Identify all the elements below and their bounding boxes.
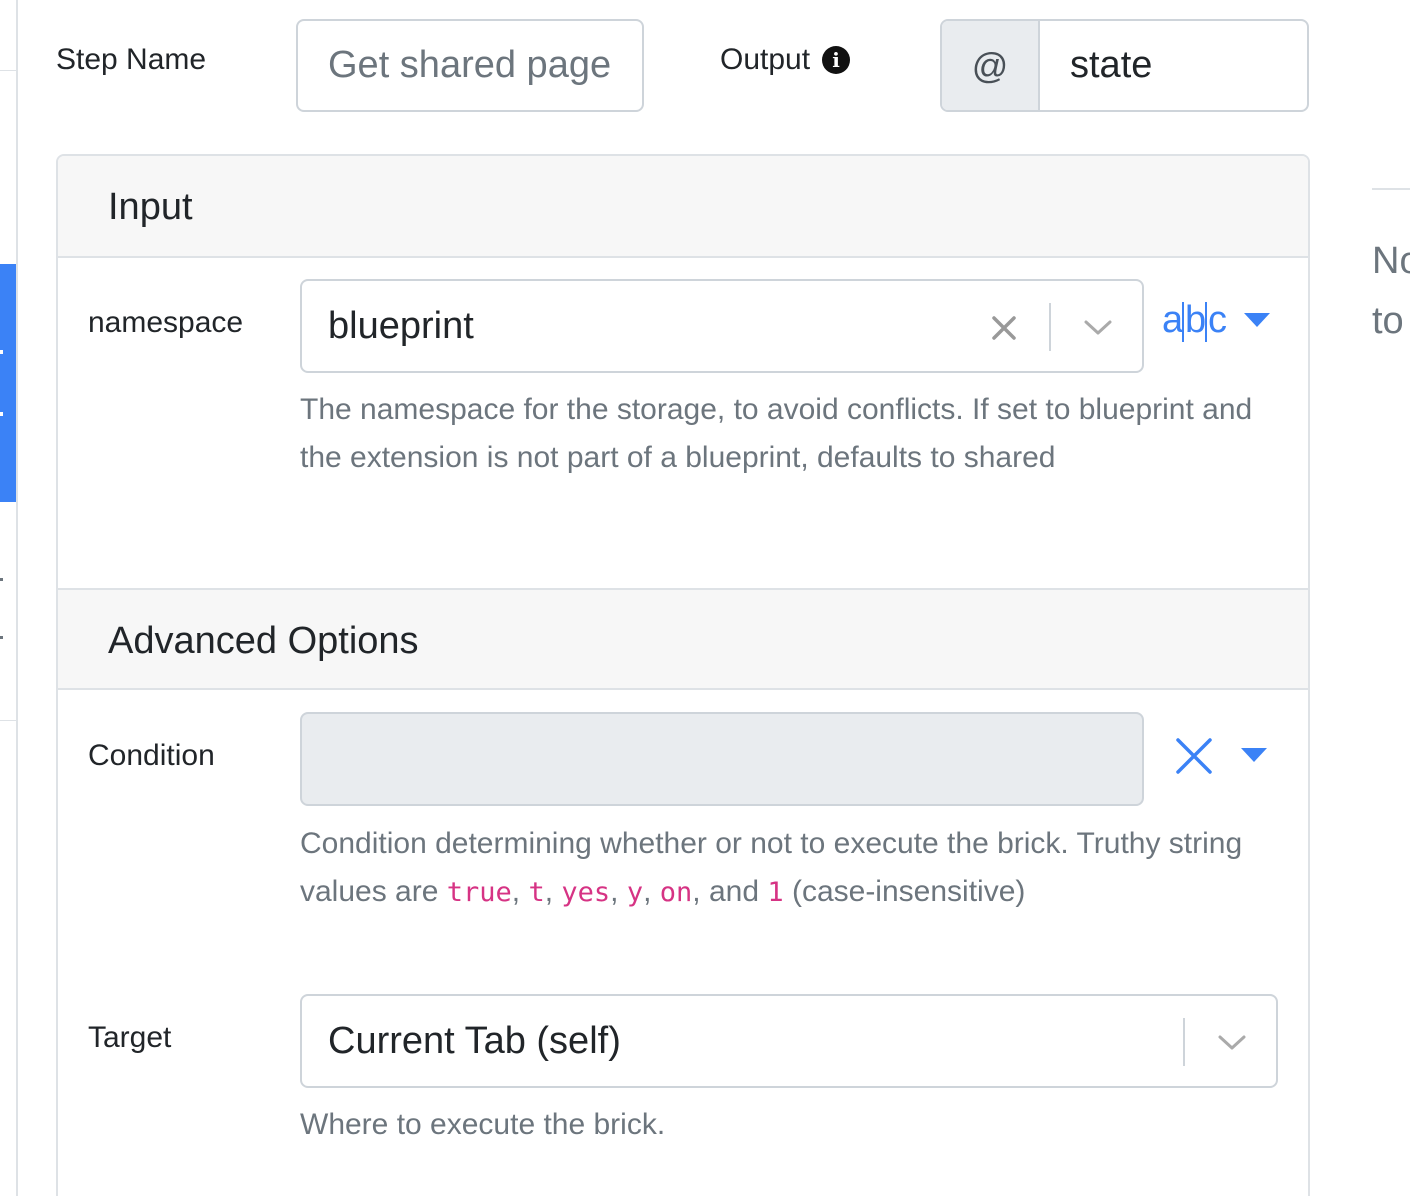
chevron-down-icon[interactable] <box>1082 317 1114 339</box>
output-label: Output i <box>720 43 851 77</box>
right-panel-text: to <box>1372 300 1404 342</box>
namespace-help-text: The namespace for the storage, to avoid … <box>300 393 1253 474</box>
input-section-header: Input <box>58 156 1308 258</box>
caret-down-icon[interactable] <box>1241 748 1267 764</box>
list-separator: , <box>511 875 529 908</box>
chevron-down-icon[interactable] <box>1216 1032 1248 1054</box>
brick-config-page: Step Name Output i @ state Input namespa… <box>0 0 1410 1196</box>
step-name-input[interactable] <box>296 19 644 112</box>
sidebar-divider <box>0 70 16 71</box>
namespace-label: namespace <box>88 306 244 339</box>
list-separator: , and <box>692 875 768 908</box>
input-section-title: Input <box>108 186 193 228</box>
advanced-section-header: Advanced Options <box>58 588 1308 690</box>
condition-input[interactable] <box>300 712 1144 806</box>
select-separator <box>1049 303 1051 351</box>
output-variable-input[interactable]: state <box>1040 21 1307 110</box>
namespace-select-value: blueprint <box>328 305 474 347</box>
truthy-value: yes <box>561 877 611 908</box>
close-icon[interactable] <box>1174 736 1214 776</box>
right-panel-divider <box>1372 188 1410 190</box>
target-select[interactable]: Current Tab (self) <box>300 994 1278 1088</box>
output-prefix: @ <box>942 21 1040 110</box>
output-label-text: Output <box>720 43 811 76</box>
truthy-value: y <box>626 877 644 908</box>
namespace-select[interactable]: blueprint <box>300 279 1144 373</box>
condition-label: Condition <box>88 739 215 772</box>
truthy-value: true <box>446 877 512 908</box>
condition-help-suffix: (case-insensitive) <box>783 875 1026 908</box>
sidebar-active-mark <box>0 412 3 416</box>
svg-text:c: c <box>1208 299 1226 341</box>
select-separator <box>1183 1018 1185 1066</box>
info-circle-icon[interactable]: i <box>822 46 851 74</box>
list-separator: , <box>643 875 660 908</box>
output-variable-field[interactable]: @ state <box>940 19 1309 112</box>
caret-down-icon[interactable] <box>1244 313 1270 329</box>
truthy-value: on <box>659 877 693 908</box>
close-icon[interactable] <box>990 314 1018 342</box>
sidebar-active-item[interactable] <box>0 264 16 502</box>
sidebar-border <box>16 0 18 1196</box>
condition-help-text: Condition determining whether or not to … <box>300 820 1290 917</box>
target-select-value: Current Tab (self) <box>328 1020 621 1062</box>
text-type-icon: a b c <box>1162 299 1226 342</box>
sidebar-mark <box>0 636 3 639</box>
truthy-value: t <box>528 877 545 908</box>
text-type-toggle[interactable]: a b c <box>1162 298 1270 344</box>
advanced-section-title: Advanced Options <box>108 620 419 662</box>
target-label: Target <box>88 1021 172 1054</box>
target-help-text: Where to execute the brick. <box>300 1108 666 1141</box>
step-name-label: Step Name <box>56 43 207 76</box>
sidebar-divider <box>0 720 16 721</box>
sidebar-active-mark <box>0 350 3 354</box>
brick-options-card: Input namespace blueprint a b c The name… <box>56 154 1310 1196</box>
right-panel-text: No <box>1372 240 1410 282</box>
truthy-value: 1 <box>767 877 784 908</box>
sidebar-mark <box>0 578 3 581</box>
list-separator: , <box>610 875 627 908</box>
list-separator: , <box>544 875 562 908</box>
svg-text:a: a <box>1162 299 1184 341</box>
svg-text:b: b <box>1185 299 1206 341</box>
